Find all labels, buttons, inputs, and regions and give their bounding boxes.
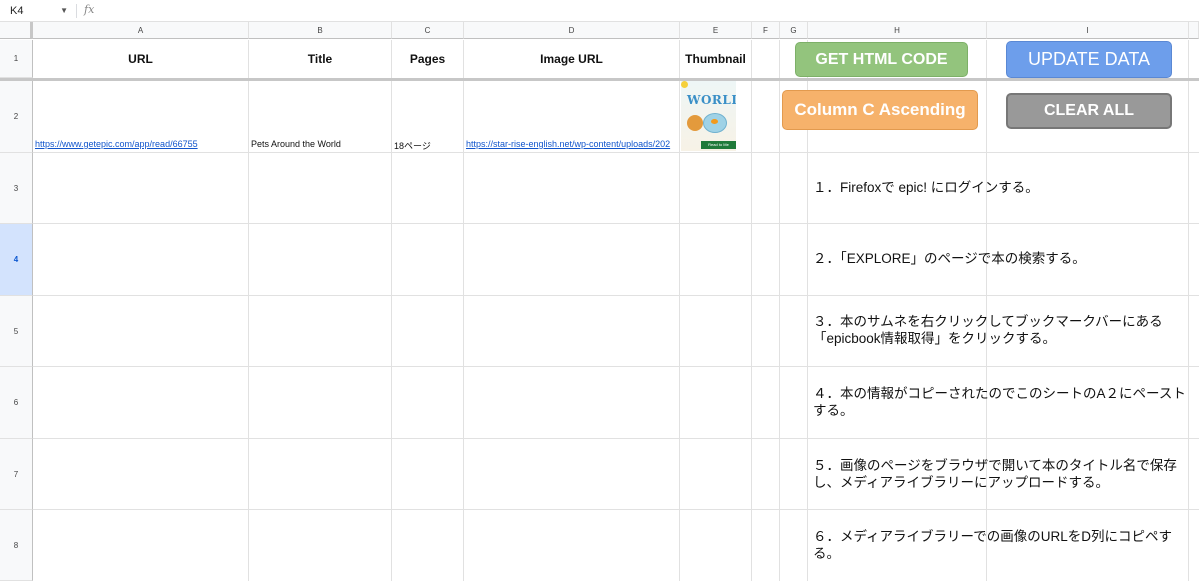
- header-pages[interactable]: Pages: [392, 40, 463, 78]
- header-thumbnail[interactable]: Thumbnail: [680, 40, 751, 78]
- grid-line: [33, 223, 1199, 224]
- column-header-d[interactable]: D: [464, 22, 680, 39]
- header-url[interactable]: URL: [33, 40, 248, 78]
- name-box-value: K4: [10, 5, 24, 17]
- grid-line: [248, 40, 249, 581]
- column-header-c[interactable]: C: [392, 22, 464, 39]
- frozen-row-divider[interactable]: [0, 78, 1199, 81]
- name-box[interactable]: K4 ▼: [0, 2, 74, 20]
- column-header-h[interactable]: H: [808, 22, 987, 39]
- header-title[interactable]: Title: [249, 40, 391, 78]
- lightning-badge-icon: [681, 81, 688, 88]
- column-header-i[interactable]: I: [987, 22, 1189, 39]
- header-image-url[interactable]: Image URL: [464, 40, 679, 78]
- instruction-step-3[interactable]: ３．本のサムネを右クリックしてブックマークバーにある「epicbook情報取得」…: [813, 313, 1195, 347]
- cell-c2-pages[interactable]: 18ページ: [394, 139, 462, 152]
- cell-d2-image-url[interactable]: https://star-rise-english.net/wp-content…: [466, 139, 679, 149]
- fx-icon: fx: [84, 3, 95, 16]
- grid-line: [986, 40, 987, 581]
- instruction-step-2[interactable]: ２．「EXPLORE」のページで本の検索する。: [813, 250, 1195, 267]
- column-header-f[interactable]: F: [752, 22, 780, 39]
- column-header-b[interactable]: B: [249, 22, 392, 39]
- grid-line: [391, 40, 392, 581]
- grid-line: [679, 40, 680, 581]
- chevron-down-icon[interactable]: ▼: [60, 2, 68, 20]
- row-header-1[interactable]: 1: [0, 40, 33, 78]
- grid-line: [33, 366, 1199, 367]
- column-header-a[interactable]: A: [33, 22, 249, 39]
- instruction-step-6[interactable]: ６．メディアライブラリーでの画像のURLをD列にコピペする。: [813, 528, 1195, 562]
- row-header-5[interactable]: 5: [0, 296, 33, 367]
- cell-a2-url[interactable]: https://www.getepic.com/app/read/66755: [35, 139, 247, 149]
- row-header-2[interactable]: 2: [0, 81, 33, 153]
- clear-all-button[interactable]: CLEAR ALL: [1006, 93, 1172, 129]
- row-header-3[interactable]: 3: [0, 153, 33, 224]
- row-header-7[interactable]: 7: [0, 439, 33, 510]
- grid-line: [1188, 40, 1189, 581]
- grid-line: [33, 295, 1199, 296]
- column-header-e[interactable]: E: [680, 22, 752, 39]
- column-header-j[interactable]: [1189, 22, 1199, 39]
- column-header-g[interactable]: G: [780, 22, 808, 39]
- grid-line: [33, 438, 1199, 439]
- grid-line: [779, 40, 780, 581]
- formula-bar: K4 ▼ fx: [0, 0, 1199, 22]
- thumbnail-title: WORLD: [687, 93, 736, 107]
- grid-line: [751, 40, 752, 581]
- formula-divider: [76, 4, 77, 18]
- instruction-step-5[interactable]: ５．画像のページをブラウザで開いて本のタイトル名で保存し、メディアライブラリーに…: [813, 457, 1195, 491]
- column-c-ascending-button[interactable]: Column C Ascending: [782, 90, 978, 130]
- book-cover-thumbnail[interactable]: WORLD Read to Me: [681, 81, 736, 151]
- instruction-step-4[interactable]: ４．本の情報がコピーされたのでこのシートのA２にペーストする。: [813, 385, 1195, 419]
- cell-b2-title[interactable]: Pets Around the World: [251, 139, 390, 149]
- grid-line: [33, 509, 1199, 510]
- grid-line: [33, 152, 1199, 153]
- row-header-4[interactable]: 4: [0, 224, 33, 296]
- row-header-8[interactable]: 8: [0, 510, 33, 581]
- grid-line: [463, 40, 464, 581]
- read-to-me-badge: Read to Me: [701, 141, 736, 149]
- update-data-button[interactable]: UPDATE DATA: [1006, 41, 1172, 78]
- instruction-step-1[interactable]: １．Firefoxで epic! にログインする。: [813, 179, 1195, 196]
- cat-illustration: [687, 115, 703, 131]
- goldfish-illustration: [711, 119, 718, 124]
- row-header-6[interactable]: 6: [0, 367, 33, 439]
- get-html-code-button[interactable]: GET HTML CODE: [795, 42, 968, 77]
- select-all-corner[interactable]: [0, 22, 33, 39]
